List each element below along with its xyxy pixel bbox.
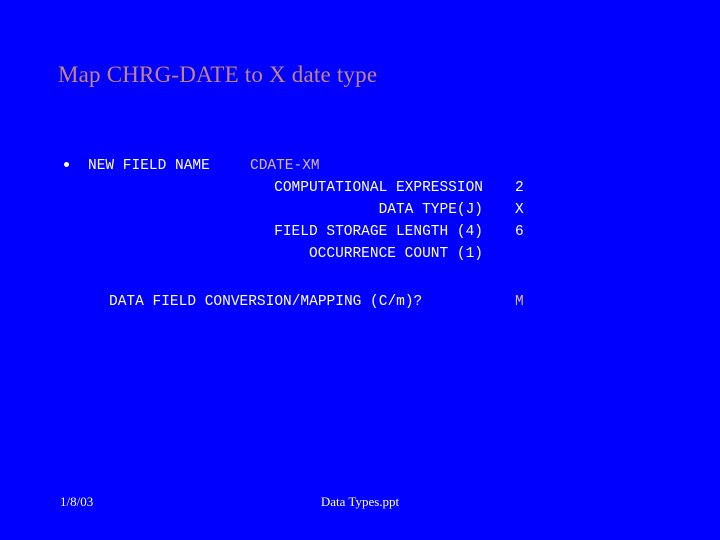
field-label-occurrence-count: OCCURRENCE COUNT (1) [308, 246, 483, 262]
field-value-data-type: X [515, 202, 524, 218]
field-row: OCCURRENCE COUNT (1) [60, 243, 660, 265]
conversion-mapping-label: DATA FIELD CONVERSION/MAPPING (C/m)? [109, 294, 423, 310]
field-label-field-storage-length: FIELD STORAGE LENGTH (4) [274, 224, 483, 240]
new-field-name-value: CDATE-XM [250, 158, 320, 174]
field-row: DATA TYPE(J) X [60, 199, 660, 221]
field-value-field-storage-length: 6 [515, 224, 524, 240]
page-title: Map CHRG-DATE to X date type [58, 62, 378, 87]
field-value-computational-expression: 2 [515, 180, 524, 196]
field-row: COMPUTATIONAL EXPRESSION 2 [60, 177, 660, 199]
field-row: FIELD STORAGE LENGTH (4) 6 [60, 221, 660, 243]
presentation-slide: Map CHRG-DATE to X date type NEW FIELD N… [0, 0, 720, 540]
bullet-dot-icon [64, 162, 69, 167]
conversion-mapping-value: M [515, 294, 524, 310]
new-field-name-label: NEW FIELD NAME [88, 158, 210, 174]
footer-file-name: Data Types.ppt [320, 494, 400, 509]
field-label-computational-expression: COMPUTATIONAL EXPRESSION [274, 180, 483, 196]
field-label-data-type: DATA TYPE(J) [378, 202, 483, 218]
bullet-list-item: NEW FIELD NAME CDATE-XM [60, 155, 660, 177]
slide-body: NEW FIELD NAME CDATE-XM COMPUTATIONAL EX… [60, 155, 660, 265]
conversion-mapping-row: DATA FIELD CONVERSION/MAPPING (C/m)? M [60, 291, 660, 313]
